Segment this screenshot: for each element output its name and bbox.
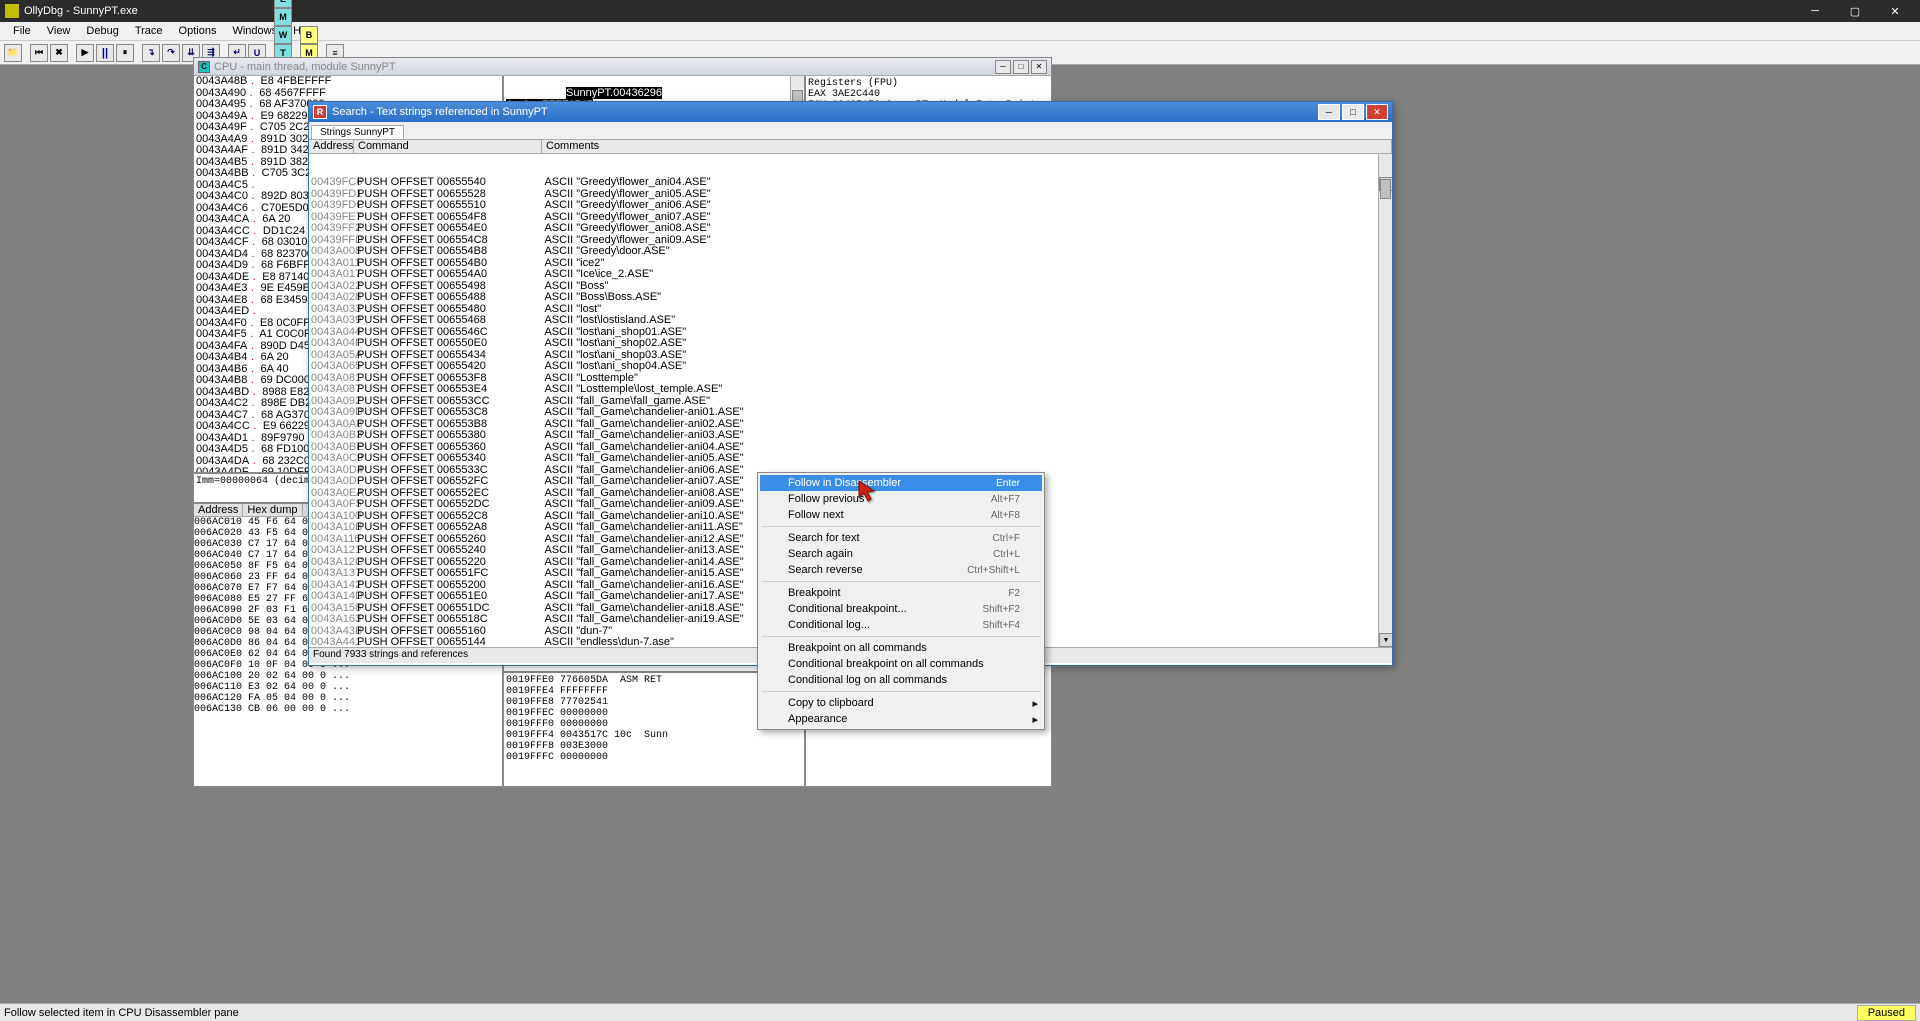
disasm-row[interactable]: 0043A48B. E8 4FBEFFFF (194, 76, 502, 88)
menu-item-breakpoint-on-all-commands[interactable]: Breakpoint on all commands (760, 640, 1042, 656)
col-address[interactable]: Address (309, 140, 354, 153)
search-row[interactable]: 00439FC6 PUSH OFFSET 00655540 ASCII "Gre… (309, 177, 1392, 189)
toolbar-b-button[interactable]: B (300, 26, 318, 44)
cpu-maximize-button[interactable]: □ (1013, 60, 1029, 74)
menu-separator (762, 581, 1040, 582)
search-titlebar[interactable]: R Search - Text strings referenced in Su… (309, 102, 1392, 122)
cpu-close-button[interactable]: ✕ (1031, 60, 1047, 74)
search-row[interactable]: 0043A087 PUSH OFFSET 006553E4 ASCII "Los… (309, 384, 1392, 396)
menu-item-conditional-breakpoint-[interactable]: Conditional breakpoint...Shift+F2 (760, 601, 1042, 617)
menu-item-conditional-log-on-all-commands[interactable]: Conditional log on all commands (760, 672, 1042, 688)
search-row[interactable]: 0043A017 PUSH OFFSET 006554A0 ASCII "Ice… (309, 269, 1392, 281)
tab-strings[interactable]: Strings SunnyPT (311, 125, 404, 139)
search-row[interactable]: 00439FDC PUSH OFFSET 00655510 ASCII "Gre… (309, 200, 1392, 212)
search-row[interactable]: 0043A065 PUSH OFFSET 00655420 ASCII "los… (309, 361, 1392, 373)
search-row[interactable]: 0043A09D PUSH OFFSET 006553C8 ASCII "fal… (309, 407, 1392, 419)
search-row[interactable]: 0043A008 PUSH OFFSET 006554B8 ASCII "Gre… (309, 246, 1392, 258)
menu-trace[interactable]: Trace (127, 23, 171, 39)
step-over-button[interactable]: ↷ (162, 44, 180, 62)
menu-item-follow-next[interactable]: Follow nextAlt+F8 (760, 507, 1042, 523)
col-comments[interactable]: Comments (542, 140, 1392, 153)
pause-button[interactable]: || (96, 44, 114, 62)
cpu-icon: C (198, 61, 210, 73)
search-icon: R (313, 105, 327, 119)
menu-item-conditional-breakpoint-on-all-commands[interactable]: Conditional breakpoint on all commands (760, 656, 1042, 672)
context-menu: Follow in DisassemblerEnterFollow previo… (757, 472, 1045, 730)
search-row[interactable]: 0043A039 PUSH OFFSET 00655468 ASCII "los… (309, 315, 1392, 327)
stop-button[interactable]: ✖ (50, 44, 68, 62)
menu-item-copy-to-clipboard[interactable]: Copy to clipboard▸ (760, 695, 1042, 711)
search-close-button[interactable]: ✕ (1366, 104, 1388, 120)
open-button[interactable]: 📁 (4, 44, 22, 62)
menu-item-search-for-text[interactable]: Search for textCtrl+F (760, 530, 1042, 546)
toolbar-w-button[interactable]: W (274, 26, 292, 44)
maximize-button[interactable]: ▢ (1835, 0, 1875, 22)
search-row[interactable]: 00439FF2 PUSH OFFSET 006554E0 ASCII "Gre… (309, 223, 1392, 235)
search-tabbar: Strings SunnyPT (309, 122, 1392, 140)
menu-view[interactable]: View (39, 23, 79, 39)
dump-col-address[interactable]: Address (194, 504, 243, 516)
menu-file[interactable]: File (5, 23, 39, 39)
step-into-button[interactable]: ↴ (142, 44, 160, 62)
menu-item-follow-previous[interactable]: Follow previousAlt+F7 (760, 491, 1042, 507)
search-row[interactable]: 0043A0C9 PUSH OFFSET 00655340 ASCII "fal… (309, 453, 1392, 465)
rewind-button[interactable]: ⏮ (30, 44, 48, 62)
status-message: Follow selected item in CPU Disassembler… (4, 1007, 1857, 1019)
menu-separator (762, 526, 1040, 527)
cpu-titlebar[interactable]: C CPU - main thread, module SunnyPT ─ □ … (194, 58, 1051, 76)
menu-item-search-again[interactable]: Search againCtrl+L (760, 546, 1042, 562)
mdi-area: C CPU - main thread, module SunnyPT ─ □ … (0, 65, 1920, 1003)
search-maximize-button[interactable]: □ (1342, 104, 1364, 120)
pause2-button[interactable]: ⏸ (116, 44, 134, 62)
menu-item-breakpoint[interactable]: BreakpointF2 (760, 585, 1042, 601)
menu-item-search-reverse[interactable]: Search reverseCtrl+Shift+L (760, 562, 1042, 578)
close-button[interactable]: ✕ (1875, 0, 1915, 22)
menu-item-conditional-log-[interactable]: Conditional log...Shift+F4 (760, 617, 1042, 633)
menu-separator (762, 691, 1040, 692)
cpu-title: CPU - main thread, module SunnyPT (214, 61, 995, 73)
cpu-minimize-button[interactable]: ─ (995, 60, 1011, 74)
search-row[interactable]: 0043A028 PUSH OFFSET 00655488 ASCII "Bos… (309, 292, 1392, 304)
search-columns: Address Command Comments (309, 140, 1392, 154)
scroll-thumb[interactable] (1380, 179, 1391, 199)
run-button[interactable]: ▶ (76, 44, 94, 62)
menu-separator (762, 636, 1040, 637)
menu-item-follow-in-disassembler[interactable]: Follow in DisassemblerEnter (760, 475, 1042, 491)
menu-options[interactable]: Options (171, 23, 225, 39)
search-row[interactable]: 0043A04F PUSH OFFSET 006550E0 ASCII "los… (309, 338, 1392, 350)
menu-debug[interactable]: Debug (78, 23, 126, 39)
minimize-button[interactable]: ─ (1795, 0, 1835, 22)
col-command[interactable]: Command (354, 140, 542, 153)
menu-item-appearance[interactable]: Appearance▸ (760, 711, 1042, 727)
dump-col-hex[interactable]: Hex dump (243, 504, 302, 516)
search-scrollbar[interactable]: ▲ ▼ (1378, 154, 1392, 647)
app-icon (5, 4, 19, 18)
toolbar-e-button[interactable]: E (274, 0, 292, 8)
search-minimize-button[interactable]: ─ (1318, 104, 1340, 120)
status-paused: Paused (1857, 1005, 1916, 1021)
window-controls: ─ ▢ ✕ (1795, 0, 1915, 22)
search-row[interactable]: 0043A0B3 PUSH OFFSET 00655380 ASCII "fal… (309, 430, 1392, 442)
scroll-down-button[interactable]: ▼ (1379, 633, 1392, 647)
toolbar-m-button[interactable]: M (274, 8, 292, 26)
statusbar: Follow selected item in CPU Disassembler… (0, 1003, 1920, 1021)
search-title: Search - Text strings referenced in Sunn… (332, 106, 1318, 118)
